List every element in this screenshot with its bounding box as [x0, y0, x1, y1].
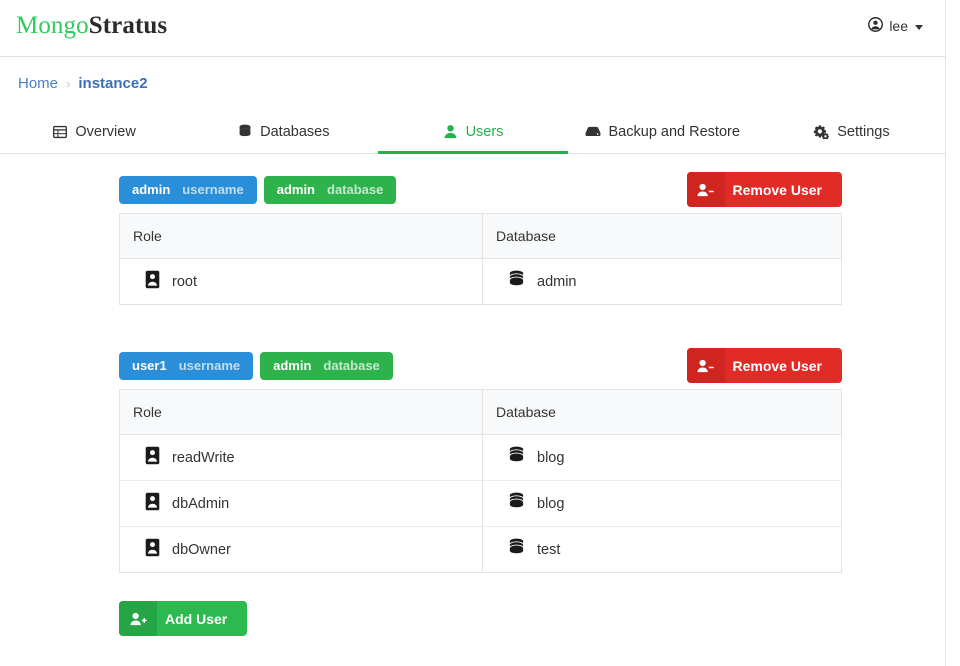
logo-primary: Mongo: [16, 12, 89, 39]
tab-users-label: Users: [465, 123, 504, 140]
database-icon: [508, 446, 525, 469]
user-block: admin username admin database Remove Use…: [0, 172, 946, 305]
page-root: MongoStratus lee Home › instance2 Overvi…: [0, 0, 946, 666]
database-badge: admin database: [263, 175, 397, 204]
username-badge-label: username: [178, 358, 241, 373]
add-user-row: Add User: [0, 601, 946, 661]
table-row: root admin: [120, 258, 842, 305]
add-user-button-label: Add User: [165, 610, 228, 627]
tab-users[interactable]: Users: [378, 112, 568, 154]
column-header-database: Database: [482, 213, 842, 259]
tab-backup-and-restore[interactable]: Backup and Restore: [568, 112, 757, 153]
roles-table: Role Database: [119, 213, 842, 305]
user-menu-label: lee: [889, 18, 908, 34]
user-plus-icon: [119, 601, 157, 636]
tab-settings-label: Settings: [837, 123, 890, 140]
logo-secondary: Stratus: [88, 12, 168, 39]
role-name: root: [172, 273, 197, 290]
database-value: admin: [273, 358, 312, 373]
users-content: admin username admin database Remove Use…: [0, 154, 946, 661]
role-name: dbAdmin: [172, 495, 230, 512]
role-name: dbOwner: [172, 541, 231, 558]
user-minus-icon: [686, 348, 725, 383]
database-name: blog: [537, 495, 565, 512]
main-tabs: Overview Databases Users Backup and Rest…: [0, 112, 946, 154]
breadcrumb: Home › instance2: [18, 75, 148, 92]
caret-down-icon: [915, 24, 923, 30]
app-logo[interactable]: MongoStratus: [16, 12, 167, 40]
role-cell: dbAdmin: [119, 480, 483, 527]
username-badge: admin username: [119, 175, 257, 204]
breadcrumb-home-link[interactable]: Home: [18, 75, 58, 92]
database-cell: blog: [482, 434, 842, 481]
username-badge: user1 username: [119, 351, 254, 380]
column-header-database: Database: [482, 389, 842, 435]
roles-table-body: root admin: [120, 258, 842, 305]
breadcrumb-separator-icon: ›: [66, 76, 71, 91]
user-icon: [443, 124, 458, 139]
column-header-role: Role: [119, 389, 483, 435]
table-row: dbOwner test: [120, 526, 842, 573]
database-cell: admin: [482, 258, 842, 305]
add-user-button[interactable]: Add User: [119, 601, 248, 636]
database-cell: blog: [482, 480, 842, 527]
remove-user-button[interactable]: Remove User: [686, 172, 842, 207]
table-header-row: Role Database: [119, 389, 842, 435]
breadcrumb-current-instance: instance2: [78, 75, 148, 92]
remove-user-button-label: Remove User: [732, 181, 823, 198]
database-badge-label: database: [323, 358, 380, 373]
id-badge-icon: [145, 492, 160, 515]
roles-table-body: readWrite blog dbAdmin blog dbOwner test: [119, 434, 842, 573]
user-menu[interactable]: lee: [868, 17, 923, 35]
roles-table-head: Role Database: [119, 213, 842, 259]
database-icon: [508, 270, 525, 293]
role-cell: dbOwner: [120, 527, 483, 573]
table-row: dbAdmin blog: [119, 480, 842, 527]
tab-overview[interactable]: Overview: [0, 112, 189, 153]
database-name: blog: [537, 449, 565, 466]
database-name: test: [537, 541, 561, 558]
username-value: admin: [132, 182, 171, 197]
database-value: admin: [276, 182, 316, 197]
tab-databases-label: Databases: [260, 123, 330, 140]
username-value: user1: [132, 358, 167, 373]
user-circle-icon: [868, 17, 884, 35]
hard-drive-icon: [585, 125, 601, 138]
username-badge-label: username: [182, 182, 244, 197]
database-badge-label: database: [327, 182, 384, 197]
tab-settings[interactable]: Settings: [757, 112, 946, 153]
role-cell: root: [120, 259, 483, 305]
table-row: readWrite blog: [119, 434, 842, 481]
table-header-row: Role Database: [119, 213, 842, 259]
user-badge-row: user1 username admin database Remove Use…: [0, 348, 946, 383]
database-cell: test: [482, 526, 842, 573]
user-badge-row: admin username admin database Remove Use…: [0, 172, 946, 207]
remove-user-button[interactable]: Remove User: [686, 348, 842, 383]
id-badge-icon: [145, 270, 160, 293]
database-icon: [508, 538, 525, 561]
user-minus-icon: [686, 172, 725, 207]
id-badge-icon: [145, 446, 160, 469]
role-cell: readWrite: [119, 434, 483, 481]
role-name: readWrite: [172, 449, 235, 466]
roles-table-head: Role Database: [119, 389, 842, 435]
database-name: admin: [537, 273, 577, 290]
database-icon: [238, 124, 252, 139]
id-badge-icon: [145, 538, 160, 561]
roles-table: Role Database: [119, 389, 842, 573]
navbar: MongoStratus lee: [0, 0, 945, 57]
gears-icon: [813, 124, 830, 139]
tab-overview-label: Overview: [75, 123, 136, 140]
column-header-role: Role: [119, 213, 483, 259]
tab-databases[interactable]: Databases: [189, 112, 378, 153]
tab-backup-and-restore-label: Backup and Restore: [608, 123, 740, 140]
table-icon: [53, 125, 68, 139]
user-block: user1 username admin database Remove Use…: [0, 348, 946, 573]
remove-user-button-label: Remove User: [732, 357, 823, 374]
database-icon: [508, 492, 525, 515]
database-badge: admin database: [260, 351, 393, 380]
